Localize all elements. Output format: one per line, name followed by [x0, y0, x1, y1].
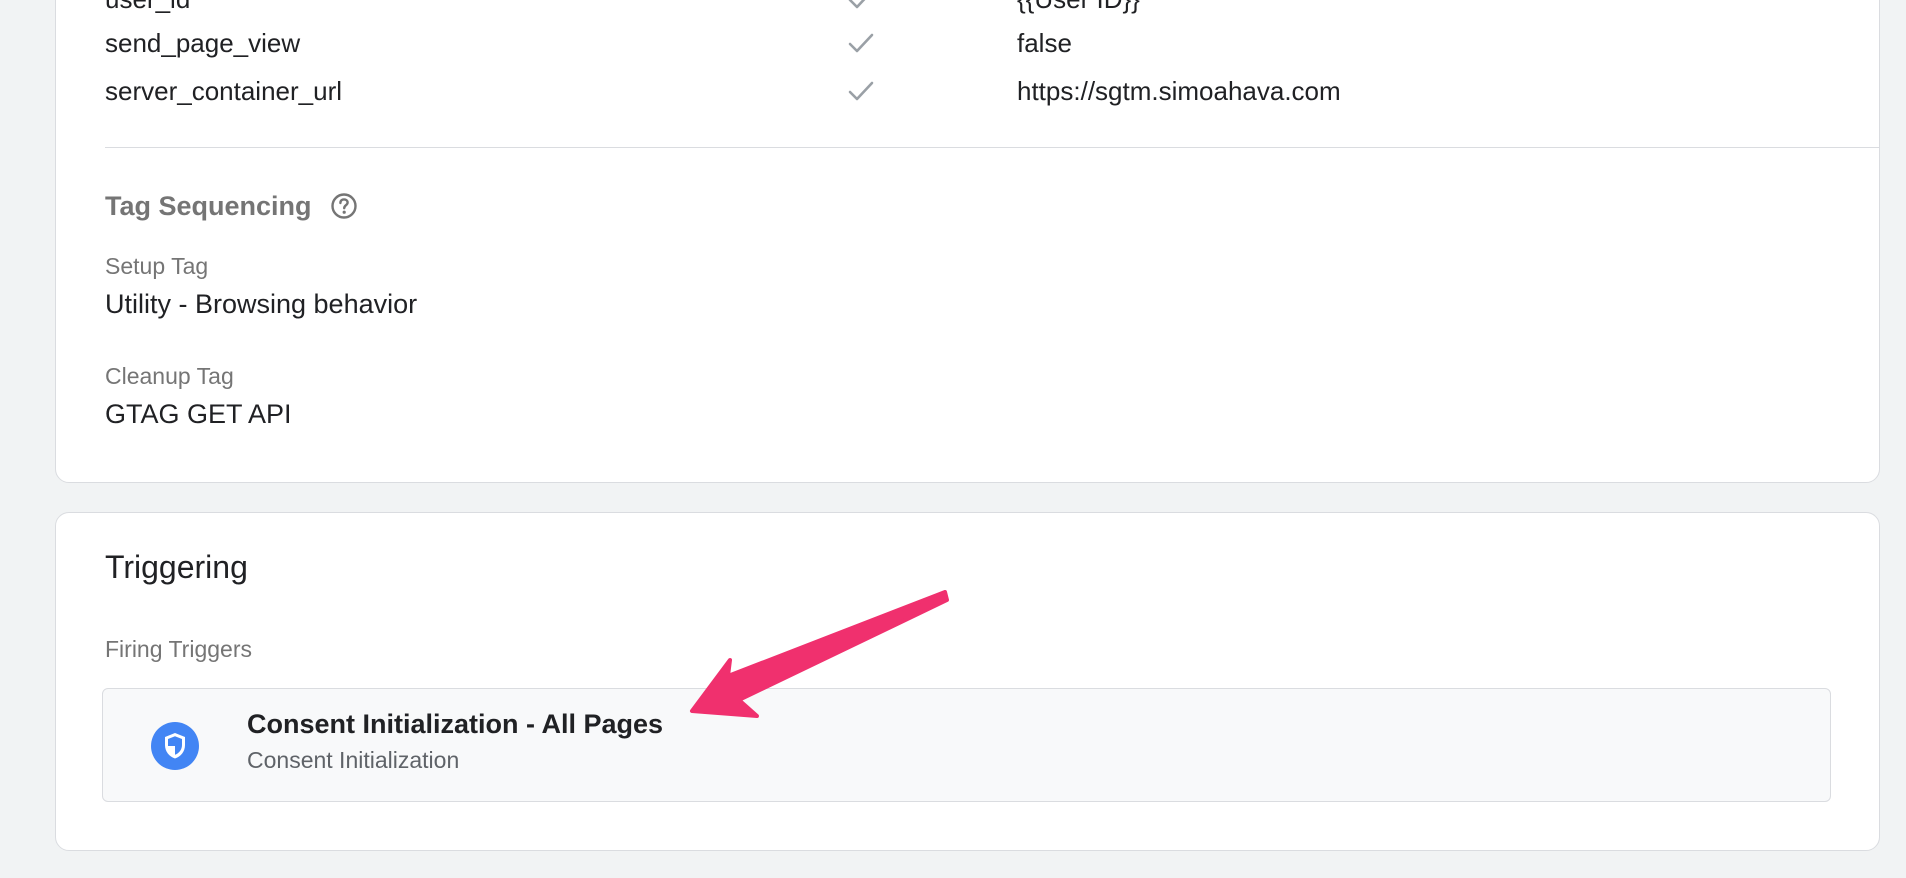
parameter-name: send_page_view — [105, 28, 301, 58]
cleanup-tag-label: Cleanup Tag — [105, 363, 234, 389]
parameter-value: false — [1017, 28, 1072, 58]
firing-trigger-item[interactable]: Consent Initialization - All Pages Conse… — [102, 688, 1831, 802]
setup-tag-value: Utility - Browsing behavior — [105, 289, 418, 319]
section-divider — [105, 147, 1879, 148]
triggering-title: Triggering — [105, 549, 248, 585]
trigger-type: Consent Initialization — [247, 747, 460, 773]
checkmark-icon — [848, 33, 874, 53]
firing-triggers-label: Firing Triggers — [105, 636, 252, 662]
trigger-type-icon-badge — [151, 722, 199, 770]
parameter-row-server-container-url: server_container_url https://sgtm.simoah… — [105, 67, 1805, 115]
cleanup-tag-value: GTAG GET API — [105, 399, 292, 429]
setup-tag-label: Setup Tag — [105, 253, 209, 279]
help-circle-icon[interactable] — [330, 192, 358, 220]
checkmark-icon — [848, 0, 866, 9]
parameter-name: server_container_url — [105, 76, 343, 106]
parameter-value: https://sgtm.simoahava.com — [1017, 76, 1341, 106]
tag-sequencing-title: Tag Sequencing — [105, 190, 312, 221]
shield-icon — [165, 733, 185, 759]
parameter-row-send-page-view: send_page_view false — [105, 19, 1805, 67]
trigger-name: Consent Initialization - All Pages — [247, 709, 664, 739]
checkmark-icon — [848, 81, 874, 101]
triggering-card: Triggering Firing Triggers Consent Initi… — [55, 512, 1880, 851]
tag-sequencing-header: Tag Sequencing — [105, 186, 358, 226]
tag-configuration-card: user_id {{User ID}} send_page_view false… — [55, 0, 1880, 483]
